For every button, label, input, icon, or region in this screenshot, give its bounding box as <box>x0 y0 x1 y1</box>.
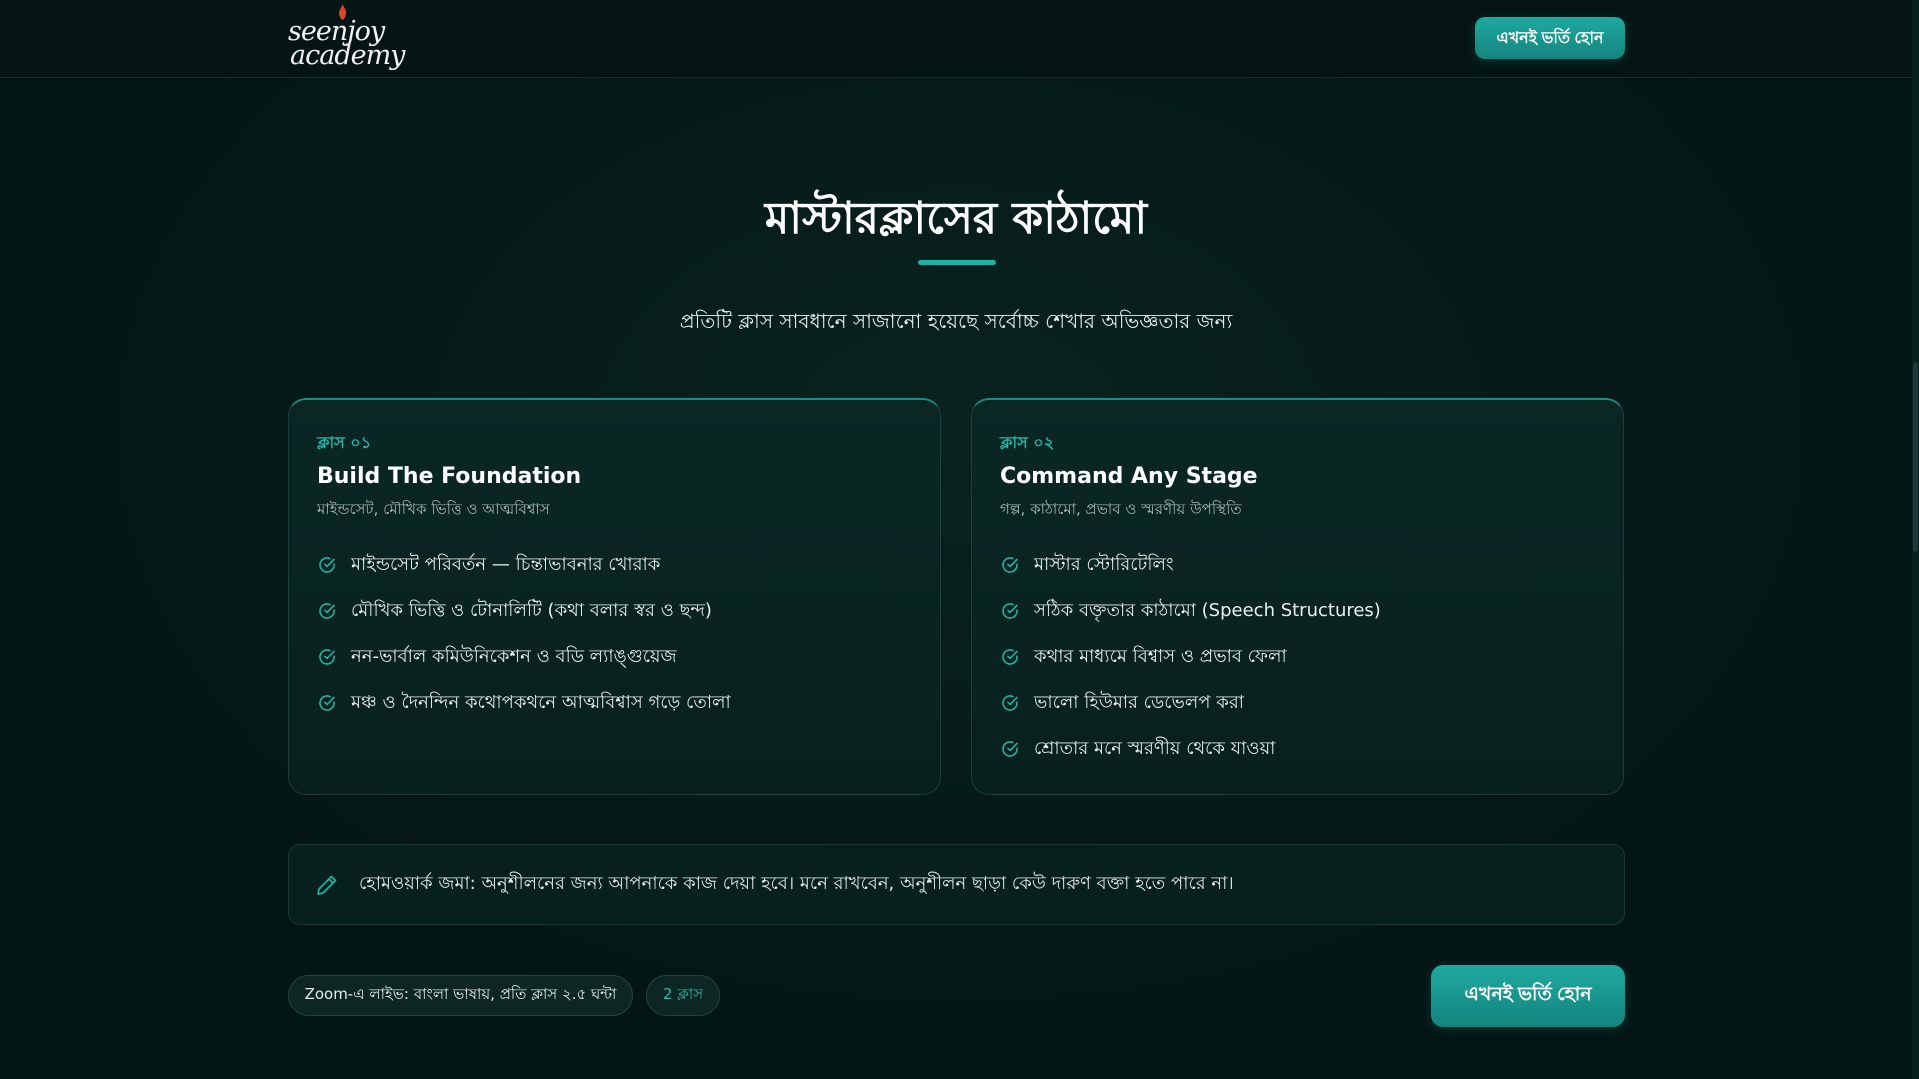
check-circle-icon <box>1002 557 1018 573</box>
pencil-icon <box>317 875 337 895</box>
check-circle-icon <box>319 695 335 711</box>
list-item-label: মঞ্চ ও দৈনন্দিন কথোপকথনে আত্মবিশ্বাস গড়… <box>351 691 731 713</box>
list-item: মঞ্চ ও দৈনন্দিন কথোপকথনে আত্মবিশ্বাস গড়… <box>317 680 912 726</box>
logo[interactable]: seenjoy academy <box>288 4 418 72</box>
check-circle-icon <box>1002 603 1018 619</box>
list-item-label: ভালো হিউমার ডেভেলপ করা <box>1034 691 1244 713</box>
site-header: seenjoy academy এখনই ভর্তি হোন <box>0 0 1912 78</box>
check-circle-icon <box>319 649 335 665</box>
check-circle-icon <box>1002 741 1018 757</box>
list-item-label: শ্রোতার মনে স্মরণীয় থেকে যাওয়া <box>1034 737 1276 759</box>
scrollbar[interactable] <box>1912 0 1919 1079</box>
list-item-label: মাস্টার স্টোরিটেলিং <box>1034 553 1174 575</box>
list-item-label: নন-ভার্বাল কমিউনিকেশন ও বডি ল্যাঙ্গুয়েজ <box>351 645 677 667</box>
class-topic-list: মাস্টার স্টোরিটেলিং সঠিক বক্তৃতার কাঠামো… <box>1000 542 1595 772</box>
zoom-info-badge: Zoom-এ লাইভ: বাংলা ভাষায়, প্রতি ক্লাস ২… <box>288 975 633 1016</box>
class-card-1: ক্লাস ০১ Build The Foundation মাইন্ডসেট,… <box>288 398 941 795</box>
class-title: Command Any Stage <box>1000 464 1258 489</box>
list-item: নন-ভার্বাল কমিউনিকেশন ও বডি ল্যাঙ্গুয়েজ <box>317 634 912 680</box>
section-title: মাস্টারক্লাসের কাঠামো <box>764 193 1148 244</box>
list-item: শ্রোতার মনে স্মরণীয় থেকে যাওয়া <box>1000 726 1595 772</box>
homework-note: হোমওয়ার্ক জমা: অনুশীলনের জন্য আপনাকে কা… <box>288 844 1625 925</box>
homework-note-text: হোমওয়ার্ক জমা: অনুশীলনের জন্য আপনাকে কা… <box>359 873 1234 894</box>
class-title: Build The Foundation <box>317 464 582 489</box>
check-circle-icon <box>319 603 335 619</box>
class-count-badge: 2 ক্লাস <box>646 975 720 1016</box>
logo-text-academy: academy <box>290 40 405 71</box>
list-item: সঠিক বক্তৃতার কাঠামো (Speech Structures) <box>1000 588 1595 634</box>
class-card-2: ক্লাস ০২ Command Any Stage গল্প, কাঠামো,… <box>971 398 1624 795</box>
list-item: মাইন্ডসেট পরিবর্তন — চিন্তাভাবনার খোরাক <box>317 542 912 588</box>
list-item: মৌখিক ভিত্তি ও টোনালিটি (কথা বলার স্বর ও… <box>317 588 912 634</box>
list-item-label: মাইন্ডসেট পরিবর্তন — চিন্তাভাবনার খোরাক <box>351 553 661 575</box>
list-item: মাস্টার স্টোরিটেলিং <box>1000 542 1595 588</box>
header-enroll-button[interactable]: এখনই ভর্তি হোন <box>1475 17 1625 59</box>
list-item-label: কথার মাধ্যমে বিশ্বাস ও প্রভাব ফেলা <box>1034 645 1287 667</box>
class-subtitle: গল্প, কাঠামো, প্রভাব ও স্মরণীয় উপস্থিতি <box>1000 500 1242 518</box>
check-circle-icon <box>1002 649 1018 665</box>
section-subtitle: প্রতিটি ক্লাস সাবধানে সাজানো হয়েছে সর্ব… <box>679 309 1233 333</box>
page: seenjoy academy এখনই ভর্তি হোন মাস্টারক্… <box>0 0 1919 1079</box>
class-tag: ক্লাস ০২ <box>1000 433 1055 452</box>
class-topic-list: মাইন্ডসেট পরিবর্তন — চিন্তাভাবনার খোরাক … <box>317 542 912 726</box>
title-underline <box>918 260 996 265</box>
check-circle-icon <box>1002 695 1018 711</box>
class-tag: ক্লাস ০১ <box>317 433 372 452</box>
enroll-button[interactable]: এখনই ভর্তি হোন <box>1431 965 1625 1027</box>
check-circle-icon <box>319 557 335 573</box>
list-item-label: সঠিক বক্তৃতার কাঠামো (Speech Structures) <box>1034 599 1381 621</box>
class-subtitle: মাইন্ডসেট, মৌখিক ভিত্তি ও আত্মবিশ্বাস <box>317 500 550 518</box>
list-item: ভালো হিউমার ডেভেলপ করা <box>1000 680 1595 726</box>
list-item-label: মৌখিক ভিত্তি ও টোনালিটি (কথা বলার স্বর ও… <box>351 599 712 621</box>
list-item: কথার মাধ্যমে বিশ্বাস ও প্রভাব ফেলা <box>1000 634 1595 680</box>
scrollbar-thumb[interactable] <box>1913 362 1918 552</box>
